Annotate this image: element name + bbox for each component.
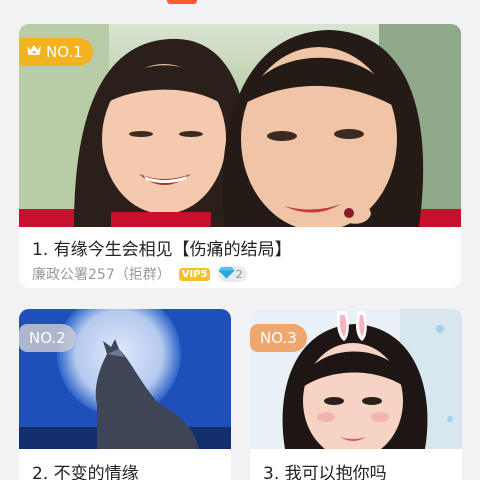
diamond-level-badge: 2	[218, 266, 248, 282]
song-meta-1: 廉政公署257（拒群） VIP5 2	[32, 264, 248, 284]
song-card-1[interactable]: NO.1 1. 有缘今生会相见【伤痛的结局】 廉政公署257（拒群） VIP5 …	[19, 24, 461, 288]
rank-badge-1: NO.1	[19, 38, 93, 66]
song-card-2[interactable]: NO.2 2. 不变的情缘	[19, 309, 231, 480]
diamond-icon	[218, 266, 235, 282]
crown-icon	[26, 38, 42, 66]
song-title-3: 3. 我可以抱你吗	[263, 464, 387, 480]
vip-badge: VIP5	[178, 267, 211, 281]
song-title-2: 2. 不变的情缘	[32, 464, 139, 480]
active-tab-indicator	[167, 0, 197, 4]
rank-badge-3: NO.3	[250, 324, 307, 352]
song-title-1: 1. 有缘今生会相见【伤痛的结局】	[32, 240, 292, 260]
song-card-3[interactable]: NO.3 3. 我可以抱你吗	[250, 309, 462, 480]
author-name[interactable]: 廉政公署257（拒群）	[32, 264, 171, 284]
rank-badge-2: NO.2	[19, 324, 76, 352]
